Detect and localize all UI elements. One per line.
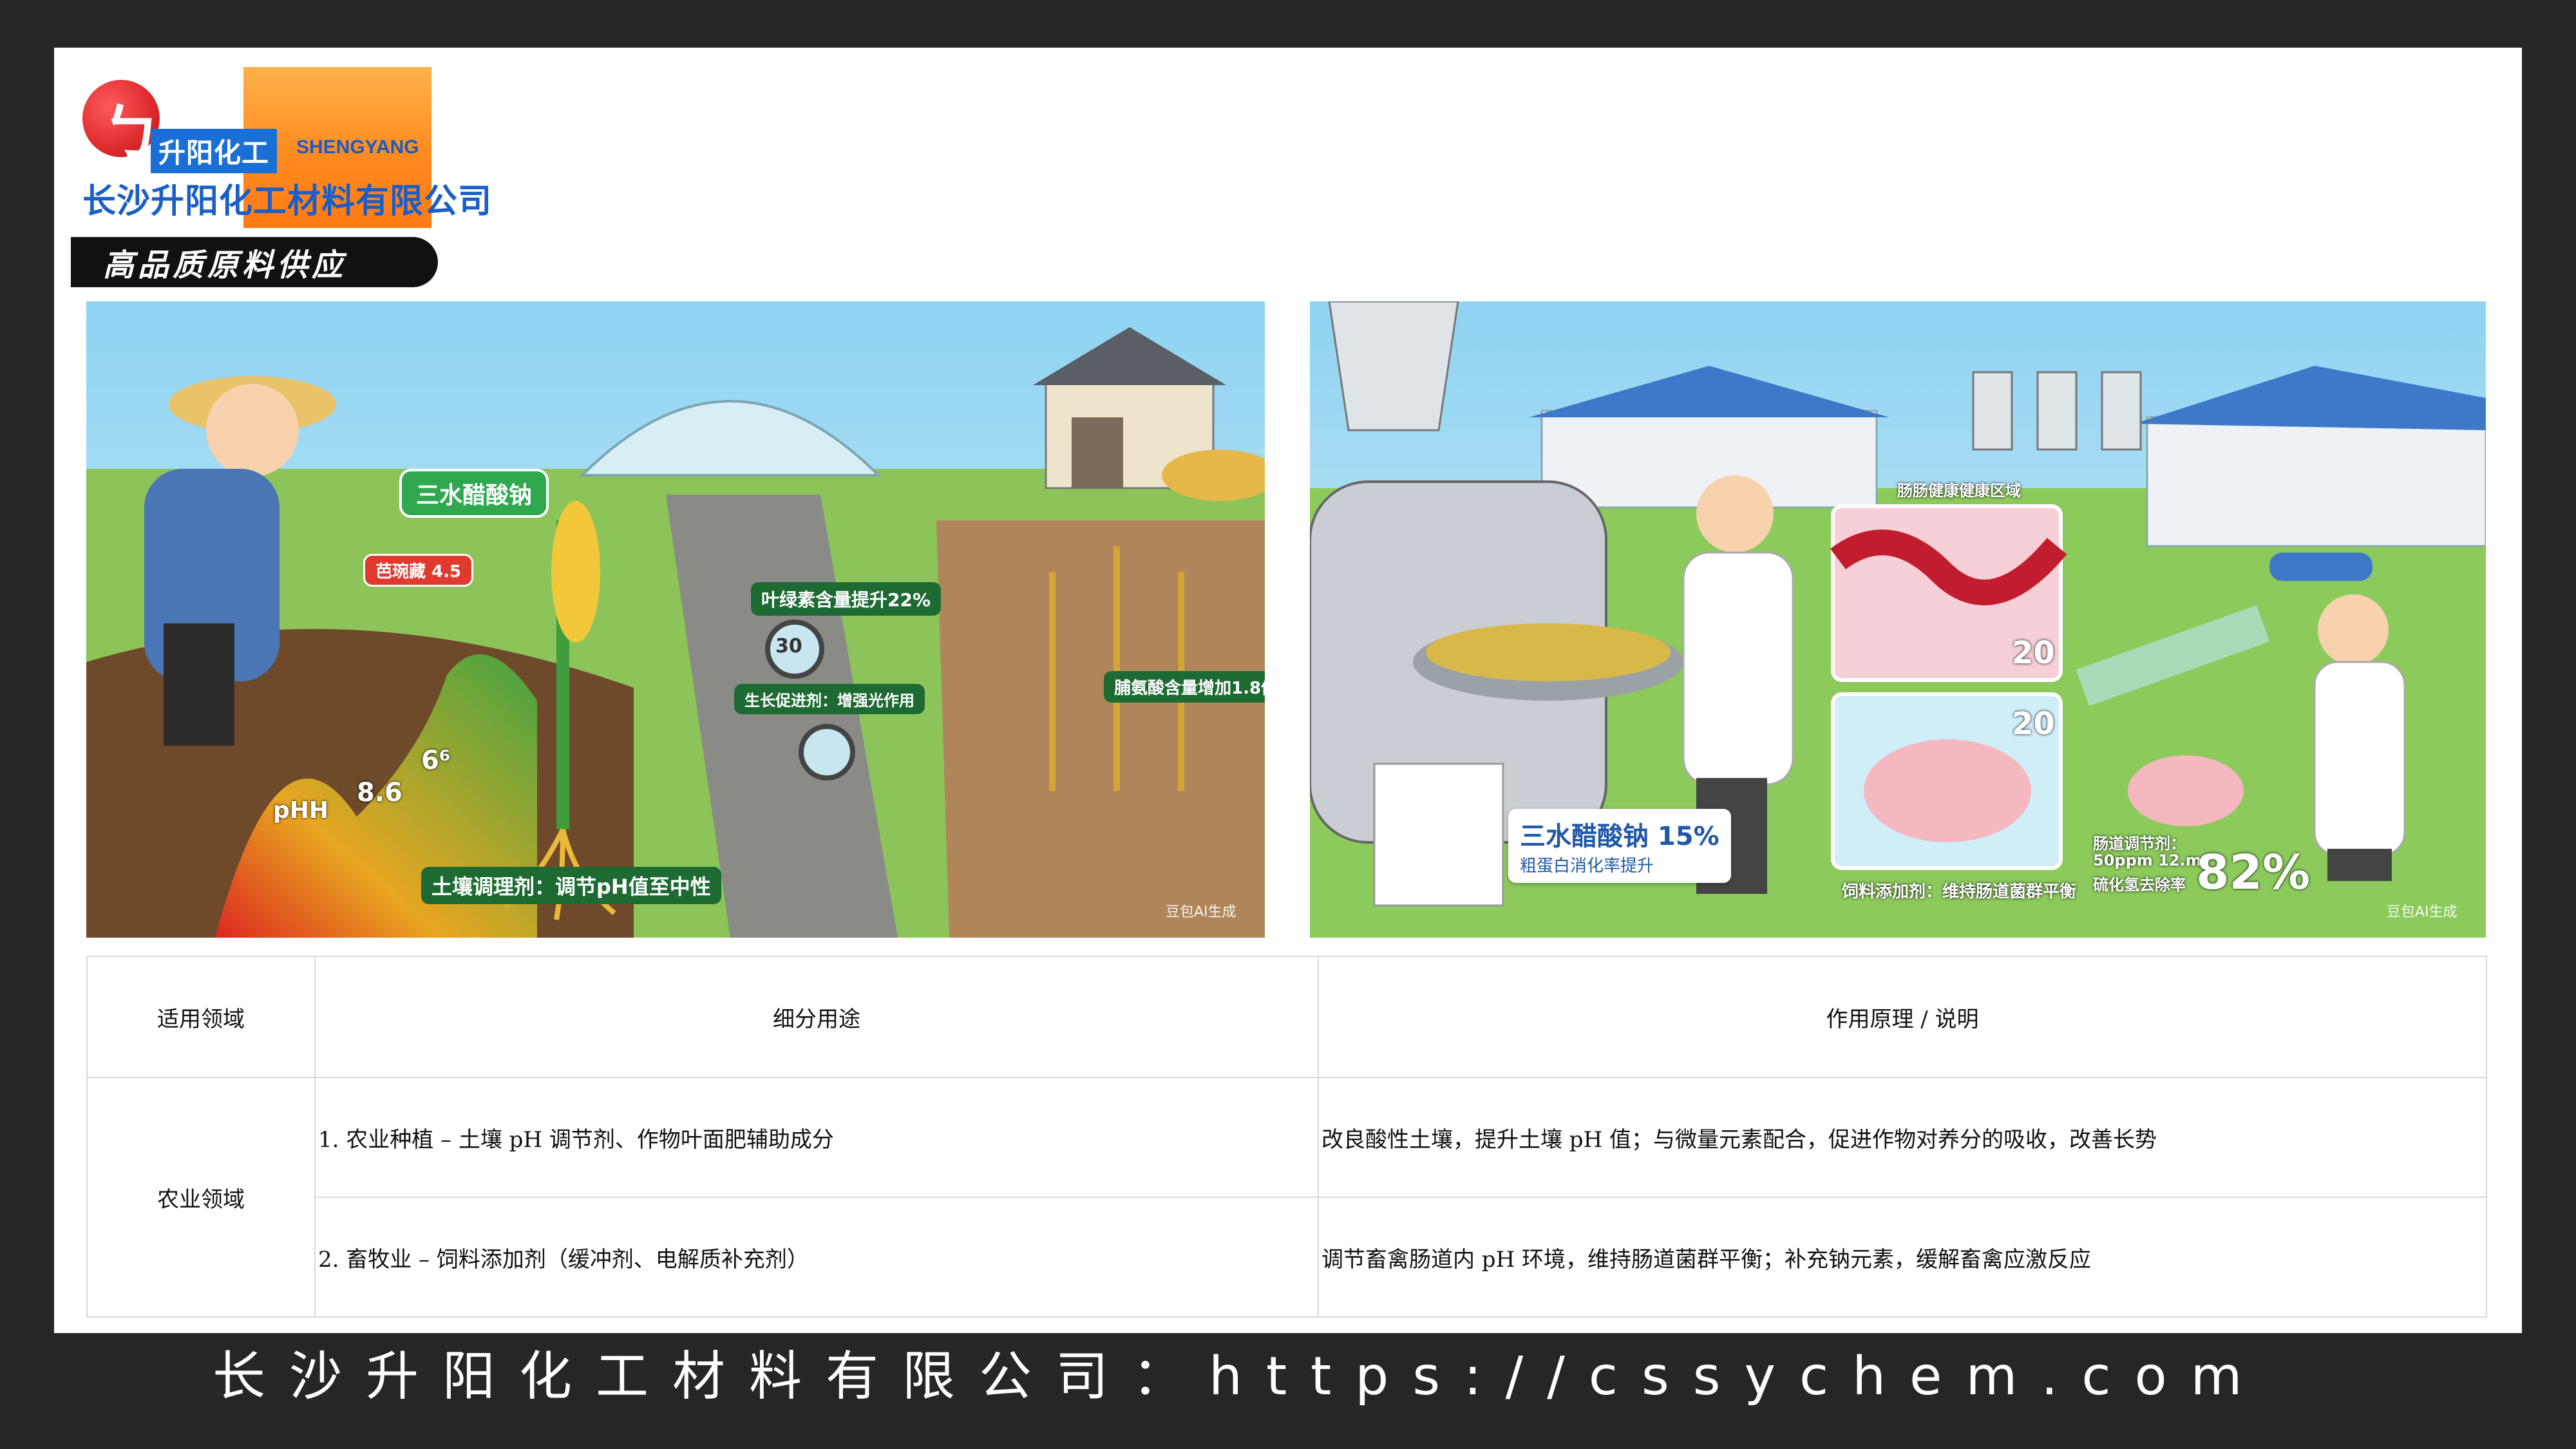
table-row: 2. 畜牧业 – 饲料添加剂（缓冲剂、电解质补充剂） 调节畜禽肠道内 pH 环境…: [87, 1197, 2487, 1318]
table-row: 农业领域 1. 农业种植 – 土壤 pH 调节剂、作物叶面肥辅助成分 改良酸性土…: [86, 1077, 2487, 1318]
logo-company-name: 长沙升阳化工材料有限公司: [82, 182, 493, 221]
footer-company-url: 长沙升阳化工材料有限公司：https://cssychem.com: [213, 1346, 2266, 1407]
cell-use: 1. 农业种植 – 土壤 pH 调节剂、作物叶面肥辅助成分: [314, 1077, 1319, 1198]
card-sub-text: 粗蛋白消化率提升: [1520, 857, 1654, 876]
logo-mark-icon: ㄅ: [82, 80, 161, 167]
ph-curve-label-1: pHH: [273, 797, 329, 824]
agriculture-illustration: 三水醋酸钠 芭琬藏 4.5 叶绿素含量提升22% 生长促进剂：增强光作用 脯氨酸…: [86, 301, 1265, 938]
tag-sodium-acetate: 三水醋酸钠: [399, 469, 549, 518]
cell-principle: 调节畜禽肠道内 pH 环境，维持肠道菌群平衡；补充钠元素，缓解畜禽应激反应: [1318, 1197, 2487, 1318]
lens-value: 30: [775, 635, 802, 658]
feed-info-card: 三水醋酸钠 15% 粗蛋白消化率提升: [1508, 809, 1731, 883]
cell-principle: 改良酸性土壤，提升土壤 pH 值；与微量元素配合，促进作物对养分的吸收，改善长势: [1318, 1077, 2487, 1198]
tag-ph-reading: 芭琬藏 4.5: [363, 554, 474, 587]
tag-growth-promoter: 生长促进剂：增强光作用: [734, 684, 925, 714]
agriculture-scene-graphic: [86, 301, 1265, 938]
ph-curve-label-3: 6⁶: [421, 746, 451, 775]
livestock-illustration: 肠肠健康健康区域 三水醋酸钠 15% 粗蛋白消化率提升 饲料添加剂：维持肠道菌群…: [1310, 301, 2486, 938]
cell-domain: 农业领域: [86, 1077, 316, 1318]
card-main-text: 三水醋酸钠 15%: [1520, 822, 1719, 851]
slogan-banner: 高品质原料供应: [71, 237, 438, 287]
table-header-row: 适用领域 细分用途 作用原理 / 说明: [86, 956, 2487, 1078]
gut-regulator-label: 硫化氢去除率: [2093, 876, 2186, 894]
tag-feed-additive: 饲料添加剂：维持肠道菌群平衡: [1842, 882, 2077, 902]
tag-chlorophyll: 叶绿素含量提升22%: [751, 582, 942, 616]
gut-regulator-title: 肠道调节剂：: [2093, 835, 2186, 853]
pig-panel-value: 20: [2012, 706, 2055, 742]
tag-soil-conditioner: 土壤调理剂：调节pH值至中性: [421, 867, 721, 904]
logo-brand-en: SHENGYANG: [296, 137, 419, 158]
tag-lysine: 脯氨酸含量增加1.8倍: [1104, 671, 1265, 703]
tag-gut-zone: 肠肠健康健康区域: [1897, 482, 2021, 500]
header-use: 细分用途: [314, 956, 1319, 1078]
livestock-scene-graphic: [1310, 301, 2486, 938]
header-principle: 作用原理 / 说明: [1318, 956, 2487, 1078]
company-logo: ㄅ 升阳化工 SHENGYANG 长沙升阳化工材料有限公司: [82, 67, 491, 228]
application-table: 适用领域 细分用途 作用原理 / 说明 农业领域 1. 农业种植 – 土壤 pH…: [86, 956, 2487, 1318]
ph-curve-label-2: 8.6: [357, 778, 402, 808]
header-domain: 适用领域: [86, 956, 316, 1078]
left-watermark: 豆包AI生成: [1166, 904, 1236, 920]
gut-panel-value: 20: [2012, 635, 2055, 671]
logo-brand-cn: 升阳化工: [151, 129, 278, 173]
cell-use: 2. 畜牧业 – 饲料添加剂（缓冲剂、电解质补充剂）: [314, 1197, 1319, 1318]
gut-regulator-value: 82%: [2196, 845, 2311, 900]
gut-regulator-dose: 50ppm 12.m: [2093, 851, 2202, 869]
right-watermark: 豆包AI生成: [2387, 904, 2458, 920]
